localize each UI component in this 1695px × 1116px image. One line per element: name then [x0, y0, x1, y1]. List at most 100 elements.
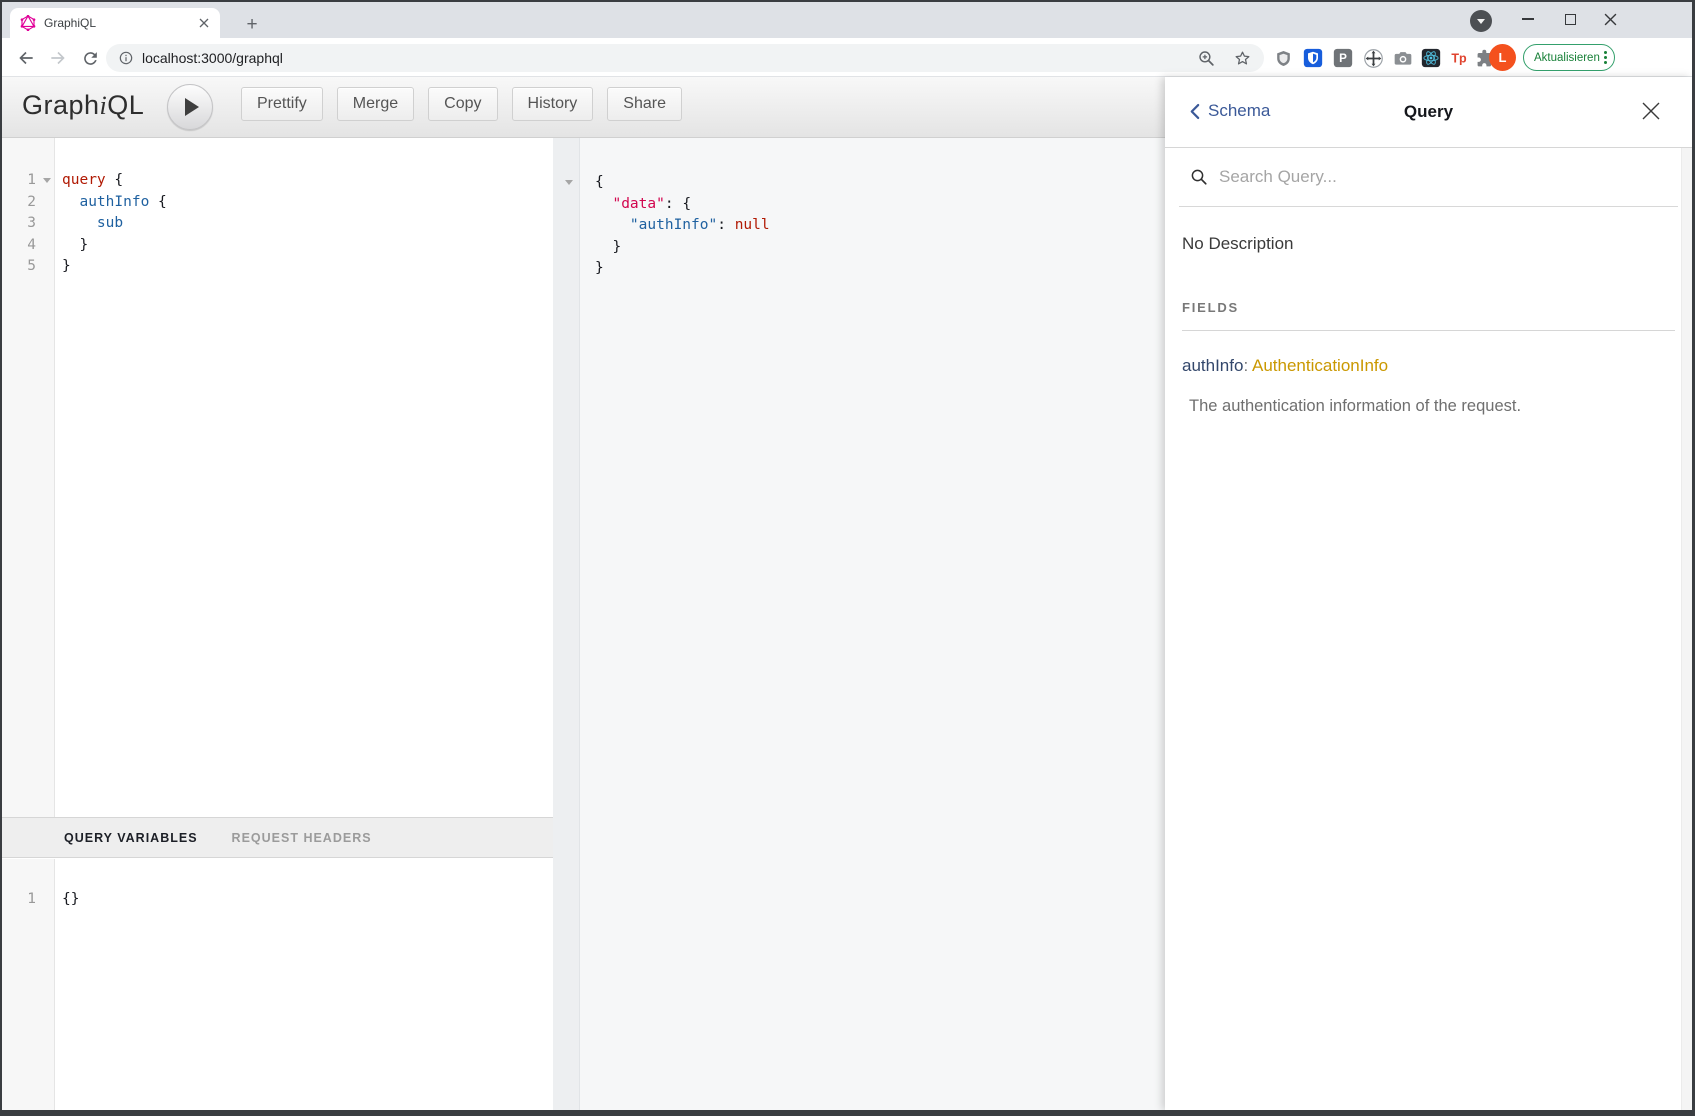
code-line[interactable]: 4 } [2, 235, 553, 257]
window-border-top [0, 0, 1695, 2]
code-line[interactable]: 2 authInfo { [2, 192, 553, 214]
field-name-link[interactable]: authInfo [1182, 356, 1243, 375]
code-line[interactable]: 1 query { [2, 170, 553, 192]
browser-navbar: localhost:3000/graphql P [2, 38, 1692, 77]
graphiql-toolbar: GraphiQL Prettify Merge Copy History Sha… [2, 77, 1165, 138]
fields-divider [1182, 330, 1675, 331]
play-icon [185, 98, 199, 116]
fold-arrow-icon[interactable] [38, 170, 55, 192]
code-line[interactable]: 3 sub [2, 213, 553, 235]
code-text: "data": { [588, 194, 691, 216]
field-colon: : [1243, 356, 1248, 375]
code-line[interactable]: } [588, 237, 1165, 259]
code-text: } [55, 235, 88, 257]
code-text: sub [55, 213, 123, 235]
doc-search-box[interactable] [1179, 148, 1678, 207]
menu-dots-icon[interactable] [1604, 51, 1607, 64]
ublock-shield-icon [1274, 49, 1293, 68]
share-button[interactable]: Share [607, 87, 682, 121]
result-fold-gutter [553, 138, 580, 1110]
query-editor[interactable]: 1query {2 authInfo {3 sub4 }5} [2, 138, 553, 817]
merge-button[interactable]: Merge [337, 87, 414, 121]
browser-tab[interactable]: GraphiQL [10, 8, 220, 38]
variable-editor-titlebar: QUERY VARIABLES REQUEST HEADERS [2, 817, 553, 858]
copy-button[interactable]: Copy [428, 87, 497, 121]
code-text: "authInfo": null [588, 215, 770, 237]
graphiql-logo: GraphiQL [22, 90, 144, 121]
doc-search-input[interactable] [1219, 167, 1678, 187]
result-window: { "data": { "authInfo": null }} [553, 138, 1165, 1110]
fold-gutter-cell [38, 192, 55, 214]
extension-p-button[interactable]: P [1331, 46, 1355, 70]
new-tab-button[interactable]: + [240, 12, 264, 36]
address-bar[interactable]: localhost:3000/graphql [106, 44, 1264, 72]
extension-react-devtools-button[interactable] [1419, 46, 1443, 70]
query-variables-editor[interactable]: 1{} [2, 859, 553, 1110]
tab-search-button[interactable] [1470, 10, 1492, 32]
tab-request-headers[interactable]: REQUEST HEADERS [232, 831, 372, 845]
window-minimize-button[interactable] [1508, 2, 1548, 36]
fold-gutter-cell [38, 889, 55, 911]
svg-text:P: P [1339, 52, 1347, 65]
update-label: Aktualisieren [1534, 52, 1600, 64]
reload-button[interactable] [78, 46, 102, 70]
doc-field-row: authInfo: AuthenticationInfo [1182, 356, 1675, 376]
code-text: authInfo { [55, 192, 167, 214]
prettify-button[interactable]: Prettify [241, 87, 323, 121]
page-info-icon[interactable] [118, 50, 134, 66]
doc-title: Query [1165, 102, 1692, 122]
code-line[interactable]: 5} [2, 256, 553, 278]
extension-move-button[interactable] [1361, 46, 1385, 70]
url-text[interactable]: localhost:3000/graphql [142, 50, 1197, 66]
code-text: query { [55, 170, 123, 192]
browser-titlebar: GraphiQL + [2, 2, 1692, 38]
field-type-link[interactable]: AuthenticationInfo [1252, 356, 1388, 375]
graphql-favicon-icon [20, 15, 36, 31]
doc-close-button[interactable] [1640, 100, 1664, 124]
history-button[interactable]: History [512, 87, 594, 121]
extension-tp-button[interactable]: Tp [1447, 46, 1471, 70]
bookmark-star-icon[interactable] [1233, 49, 1252, 68]
extension-screenshot-button[interactable] [1391, 46, 1415, 70]
bitwarden-shield-icon [1303, 48, 1323, 68]
code-line[interactable]: "data": { [588, 194, 1165, 216]
close-icon [1640, 100, 1662, 122]
browser-update-button[interactable]: Aktualisieren [1523, 44, 1615, 71]
doc-explorer-titlebar: Schema Query [1165, 77, 1692, 148]
code-text: } [55, 256, 71, 278]
browser-window: { "browser": { "tab_title": "GraphiQL", … [0, 0, 1695, 1116]
window-border-bottom [0, 1110, 1695, 1116]
code-line[interactable]: 1{} [2, 889, 553, 911]
code-text: } [588, 258, 604, 280]
fold-arrow-icon[interactable] [560, 172, 577, 194]
forward-button[interactable] [46, 46, 70, 70]
line-number: 3 [2, 213, 38, 235]
doc-explorer-contents: No Description FIELDS authInfo: Authenti… [1165, 207, 1692, 416]
tab-close-icon[interactable] [196, 15, 212, 31]
back-arrow-icon [16, 48, 36, 68]
doc-scrollbar[interactable] [1681, 148, 1692, 1110]
fold-gutter-cell [38, 213, 55, 235]
chevron-down-icon [1477, 19, 1485, 24]
extension-bitwarden-button[interactable] [1301, 46, 1325, 70]
code-line[interactable]: "authInfo": null [588, 215, 1165, 237]
code-line[interactable]: } [588, 258, 1165, 280]
field-description: The authentication information of the re… [1182, 397, 1675, 416]
tab-query-variables[interactable]: QUERY VARIABLES [64, 831, 198, 845]
line-number: 4 [2, 235, 38, 257]
back-button[interactable] [14, 46, 38, 70]
camera-icon [1393, 48, 1413, 68]
extension-ublock-button[interactable] [1271, 46, 1295, 70]
code-line[interactable]: { [588, 172, 1165, 194]
p-square-icon: P [1333, 48, 1353, 68]
execute-query-button[interactable] [167, 84, 213, 130]
window-close-button[interactable] [1590, 2, 1630, 36]
line-number: 1 [2, 889, 38, 911]
tab-title: GraphiQL [44, 16, 196, 30]
window-maximize-button[interactable] [1550, 2, 1590, 36]
profile-avatar[interactable]: L [1489, 44, 1516, 71]
svg-text:Tp: Tp [1451, 52, 1467, 66]
zoom-icon[interactable] [1197, 49, 1216, 68]
move-cross-icon [1363, 48, 1384, 69]
line-number: 1 [2, 170, 38, 192]
